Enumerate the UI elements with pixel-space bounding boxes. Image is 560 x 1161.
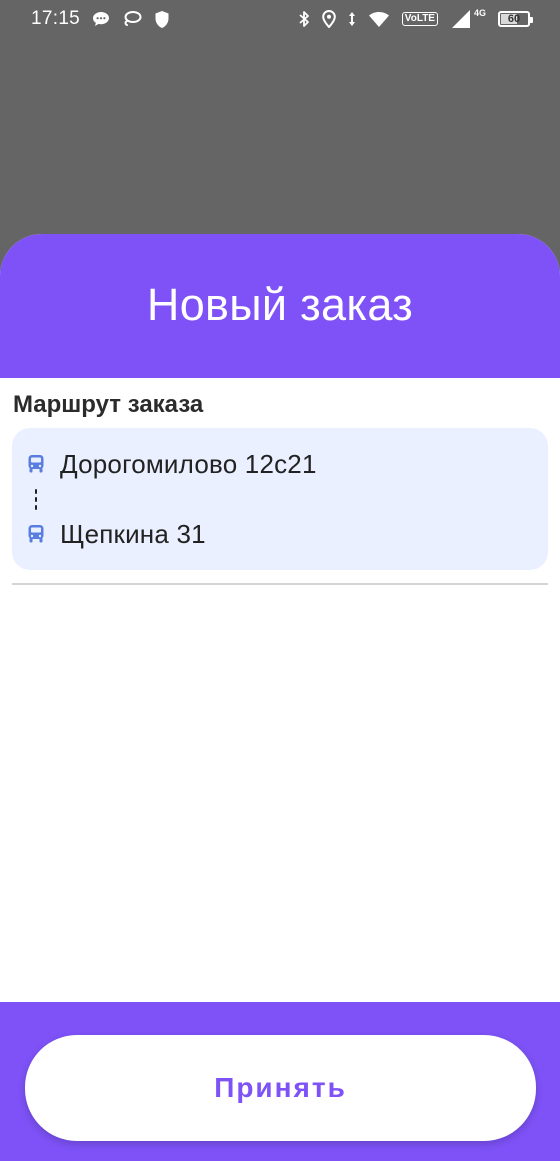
divider (12, 583, 548, 585)
bus-icon (26, 524, 46, 544)
status-time: 17:15 (31, 8, 81, 29)
location-icon (321, 10, 336, 28)
battery-level: 60 (507, 13, 521, 25)
status-bar-left: 17:15 (31, 8, 170, 30)
route-stop-origin: Дорогомилово 12с21 (26, 442, 534, 486)
wifi-icon (368, 11, 390, 28)
lasso-icon (122, 10, 142, 28)
route-heading: Маршрут заказа (13, 391, 204, 418)
status-bar: 17:15 VoLTE 4G 60 (0, 0, 560, 38)
data-arrows-icon (348, 11, 356, 27)
route-card: Дорогомилово 12с21 Щепкина 31 (12, 428, 548, 570)
chat-bubble-icon (92, 11, 110, 27)
route-connector-dot (34, 488, 38, 494)
route-connector (26, 486, 46, 512)
accept-button[interactable]: Принять (25, 1035, 536, 1141)
sheet-footer: Принять (0, 1002, 560, 1161)
route-connector-dot (34, 496, 38, 502)
sheet-title: Новый заказ (146, 279, 414, 330)
signal-icon (450, 9, 472, 29)
bluetooth-icon (298, 10, 310, 28)
battery-icon: 60 (498, 11, 533, 27)
route-stop-label: Щепкина 31 (60, 518, 206, 549)
route-stop-destination: Щепкина 31 (26, 512, 534, 556)
route-stop-label: Дорогомилово 12с21 (60, 448, 317, 479)
bus-icon (26, 454, 46, 474)
screen: 17:15 VoLTE 4G 60 Новый заказ Маршрут за… (0, 0, 560, 1161)
status-bar-right: VoLTE 4G 60 (298, 8, 533, 29)
shield-icon (154, 10, 170, 29)
sheet-header: Новый заказ (0, 234, 560, 378)
volte-icon: VoLTE (401, 12, 438, 26)
network-type-label: 4G (473, 8, 486, 18)
route-section: Маршрут заказа Дорогомилово 12с21 Щепкин… (0, 378, 560, 585)
route-connector-dot (34, 504, 38, 510)
